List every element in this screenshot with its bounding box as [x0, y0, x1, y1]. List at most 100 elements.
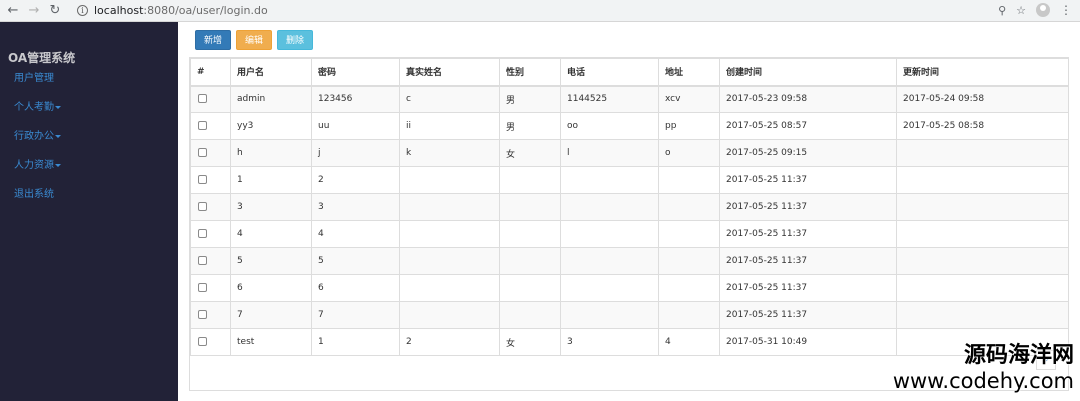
- column-header[interactable]: 电话: [560, 58, 659, 87]
- watermark-title: 源码海洋网: [963, 343, 1074, 368]
- sidebar-item-logout[interactable]: 退出系统: [14, 189, 61, 218]
- url-path: :8080/oa/user/login.do: [143, 4, 268, 17]
- table-cell: [658, 166, 720, 194]
- table-cell: [560, 274, 659, 302]
- table-cell: h: [230, 139, 312, 167]
- row-checkbox[interactable]: [198, 202, 207, 211]
- table-cell: 男: [499, 112, 561, 140]
- row-checkbox[interactable]: [198, 310, 207, 319]
- column-header[interactable]: 真实姓名: [399, 58, 500, 87]
- table-cell: [658, 301, 720, 329]
- column-header[interactable]: 创建时间: [719, 58, 897, 87]
- column-header[interactable]: 性别: [499, 58, 561, 87]
- row-select-cell: [190, 139, 231, 167]
- table-row[interactable]: 1 2 2017-05-25 11:37: [190, 166, 1069, 194]
- table-row[interactable]: yy3 uu ii 男 oo pp 2017-05-25 08:57 2017-05-25 0…: [190, 112, 1069, 140]
- add-button[interactable]: 新增: [195, 30, 232, 50]
- browser-toolbar: ← → ↻ i localhost:8080/oa/user/login.do …: [0, 0, 1080, 22]
- row-checkbox[interactable]: [198, 175, 207, 184]
- back-arrow-icon[interactable]: ←: [5, 3, 21, 19]
- table-cell: l: [560, 139, 659, 167]
- user-table-panel: # 用户名 密码 真实姓名 性别 电话 地址 创建时间 更新时间 admin 12…: [189, 57, 1069, 391]
- table-cell: ii: [399, 112, 500, 140]
- address-bar[interactable]: localhost:8080/oa/user/login.do: [94, 4, 268, 17]
- table-cell: 5: [230, 247, 312, 275]
- sidebar-item-admin-office[interactable]: 行政办公: [14, 131, 61, 160]
- site-info-icon[interactable]: i: [77, 5, 88, 16]
- table-cell: 2017-05-25 08:58: [896, 112, 1069, 140]
- sidebar-menu: 用户管理 个人考勤 行政办公 人力资源 退出系统: [14, 73, 61, 218]
- table-cell: [499, 166, 561, 194]
- table-cell: admin: [230, 85, 312, 113]
- table-cell: [896, 166, 1069, 194]
- table-cell: oo: [560, 112, 659, 140]
- table-cell: [658, 220, 720, 248]
- table-row[interactable]: admin 123456 c 男 1144525 xcv 2017-05-23 09:58 2…: [190, 85, 1069, 113]
- menu-icon[interactable]: ⋮: [1060, 4, 1072, 16]
- row-checkbox[interactable]: [198, 283, 207, 292]
- key-icon[interactable]: ⚲: [998, 4, 1006, 17]
- table-cell: o: [658, 139, 720, 167]
- row-select-cell: [190, 274, 231, 302]
- reload-icon[interactable]: ↻: [47, 3, 63, 19]
- row-checkbox[interactable]: [198, 148, 207, 157]
- table-cell: yy3: [230, 112, 312, 140]
- row-select-cell: [190, 85, 231, 113]
- table-row[interactable]: 6 6 2017-05-25 11:37: [190, 274, 1069, 302]
- sidebar-item-human-resources[interactable]: 人力资源: [14, 160, 61, 189]
- column-header[interactable]: 密码: [311, 58, 400, 87]
- row-select-cell: [190, 166, 231, 194]
- row-select-cell: [190, 301, 231, 329]
- table-cell: [399, 274, 500, 302]
- star-icon[interactable]: ☆: [1016, 4, 1026, 17]
- table-cell: 女: [499, 139, 561, 167]
- table-cell: 2017-05-25 11:37: [719, 166, 897, 194]
- row-checkbox[interactable]: [198, 256, 207, 265]
- table-cell: k: [399, 139, 500, 167]
- sidebar-item-user-management[interactable]: 用户管理: [14, 73, 61, 102]
- row-checkbox[interactable]: [198, 94, 207, 104]
- table-cell: [560, 220, 659, 248]
- table-cell: [896, 274, 1069, 302]
- row-checkbox[interactable]: [198, 337, 207, 346]
- table-row[interactable]: 4 4 2017-05-25 11:37: [190, 220, 1069, 248]
- row-select-cell: [190, 247, 231, 275]
- sidebar-item-label: 用户管理: [14, 73, 54, 84]
- table-cell: 2017-05-25 11:37: [719, 274, 897, 302]
- sidebar: OA管理系统 用户管理 个人考勤 行政办公 人力资源 退出系统: [0, 22, 178, 401]
- table-row[interactable]: 3 3 2017-05-25 11:37: [190, 193, 1069, 221]
- row-select-cell: [190, 328, 231, 356]
- table-cell: [499, 193, 561, 221]
- forward-arrow-icon[interactable]: →: [26, 3, 42, 19]
- table-body: admin 123456 c 男 1144525 xcv 2017-05-23 09:58 2…: [190, 85, 1069, 356]
- table-cell: 男: [499, 85, 561, 113]
- table-cell: 3: [560, 328, 659, 356]
- watermark: 源码海洋网 www.codehy.com: [893, 343, 1074, 394]
- column-header[interactable]: 地址: [658, 58, 720, 87]
- table-row[interactable]: h j k 女 l o 2017-05-25 09:15: [190, 139, 1069, 167]
- table-row[interactable]: 5 5 2017-05-25 11:37: [190, 247, 1069, 275]
- column-header[interactable]: 用户名: [230, 58, 312, 87]
- sidebar-item-attendance[interactable]: 个人考勤: [14, 102, 61, 131]
- table-cell: c: [399, 85, 500, 113]
- column-header[interactable]: 更新时间: [896, 58, 1069, 87]
- table-row[interactable]: 7 7 2017-05-25 11:37: [190, 301, 1069, 329]
- table-cell: 2017-05-25 11:37: [719, 220, 897, 248]
- table-cell: [560, 193, 659, 221]
- table-cell: [658, 193, 720, 221]
- action-toolbar: 新增 编辑 删除: [195, 30, 314, 50]
- table-cell: pp: [658, 112, 720, 140]
- sidebar-item-label: 个人考勤: [14, 102, 54, 113]
- table-cell: 2017-05-25 11:37: [719, 301, 897, 329]
- table-cell: j: [311, 139, 400, 167]
- edit-button[interactable]: 编辑: [236, 30, 273, 50]
- profile-icon[interactable]: [1036, 3, 1050, 17]
- delete-button[interactable]: 删除: [277, 30, 314, 50]
- row-checkbox[interactable]: [198, 229, 207, 238]
- table-cell: [499, 274, 561, 302]
- table-cell: [499, 247, 561, 275]
- table-cell: 1144525: [560, 85, 659, 113]
- table-cell: [560, 247, 659, 275]
- table-cell: xcv: [658, 85, 720, 113]
- row-checkbox[interactable]: [198, 121, 207, 130]
